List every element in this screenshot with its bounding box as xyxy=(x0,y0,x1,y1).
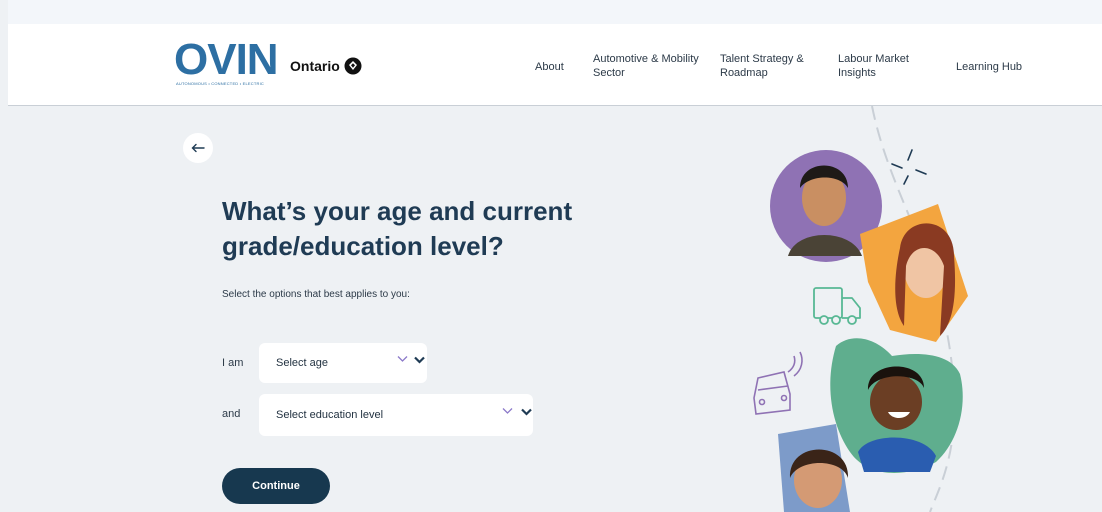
nav-learning-label: Learning Hub xyxy=(956,61,1023,73)
nav-talent-label-line2: Roadmap xyxy=(720,67,768,79)
age-select[interactable]: Select age xyxy=(259,343,427,383)
nav-labour-market[interactable]: Labour Market Insights xyxy=(838,52,909,80)
education-label: and xyxy=(222,408,241,420)
education-select[interactable]: Select education level xyxy=(259,394,533,436)
chevron-down-icon xyxy=(414,356,425,364)
title-line-1: What’s your age and current xyxy=(222,196,573,226)
age-label: I am xyxy=(222,357,244,369)
chevron-down-icon xyxy=(397,356,408,362)
back-button[interactable] xyxy=(183,133,213,163)
nav-labour-label-line2: Insights xyxy=(838,67,876,79)
chevron-down-icon xyxy=(502,408,513,414)
chevron-down-icon xyxy=(521,408,532,416)
main-nav: About Automotive & Mobility Sector Talen… xyxy=(8,52,1102,82)
page-subtitle: Select the options that best applies to … xyxy=(222,289,410,300)
page-title: What’s your age and current grade/educat… xyxy=(222,194,642,264)
nav-labour-label-line1: Labour Market xyxy=(838,53,909,65)
nav-talent-strategy[interactable]: Talent Strategy & Roadmap xyxy=(720,52,804,80)
nav-learning-hub[interactable]: Learning Hub xyxy=(956,60,1022,74)
nav-automotive-mobility[interactable]: Automotive & Mobility Sector xyxy=(593,52,699,80)
back-arrow-icon xyxy=(191,143,205,153)
nav-about-label: About xyxy=(535,61,564,73)
title-line-2: grade/education level? xyxy=(222,231,504,261)
nav-automotive-label-line1: Automotive & Mobility xyxy=(593,53,699,65)
continue-button[interactable]: Continue xyxy=(222,468,330,504)
nav-talent-label-line1: Talent Strategy & xyxy=(720,53,804,65)
site-header: OVIN AUTONOMOUS • CONNECTED • ELECTRIC O… xyxy=(8,24,1102,106)
age-select-value: Select age xyxy=(276,357,328,369)
education-select-value: Select education level xyxy=(276,409,384,421)
nav-about[interactable]: About xyxy=(535,60,564,74)
decorative-illustration xyxy=(753,106,968,512)
nav-automotive-label-line2: Sector xyxy=(593,67,625,79)
top-strip xyxy=(8,0,1102,24)
